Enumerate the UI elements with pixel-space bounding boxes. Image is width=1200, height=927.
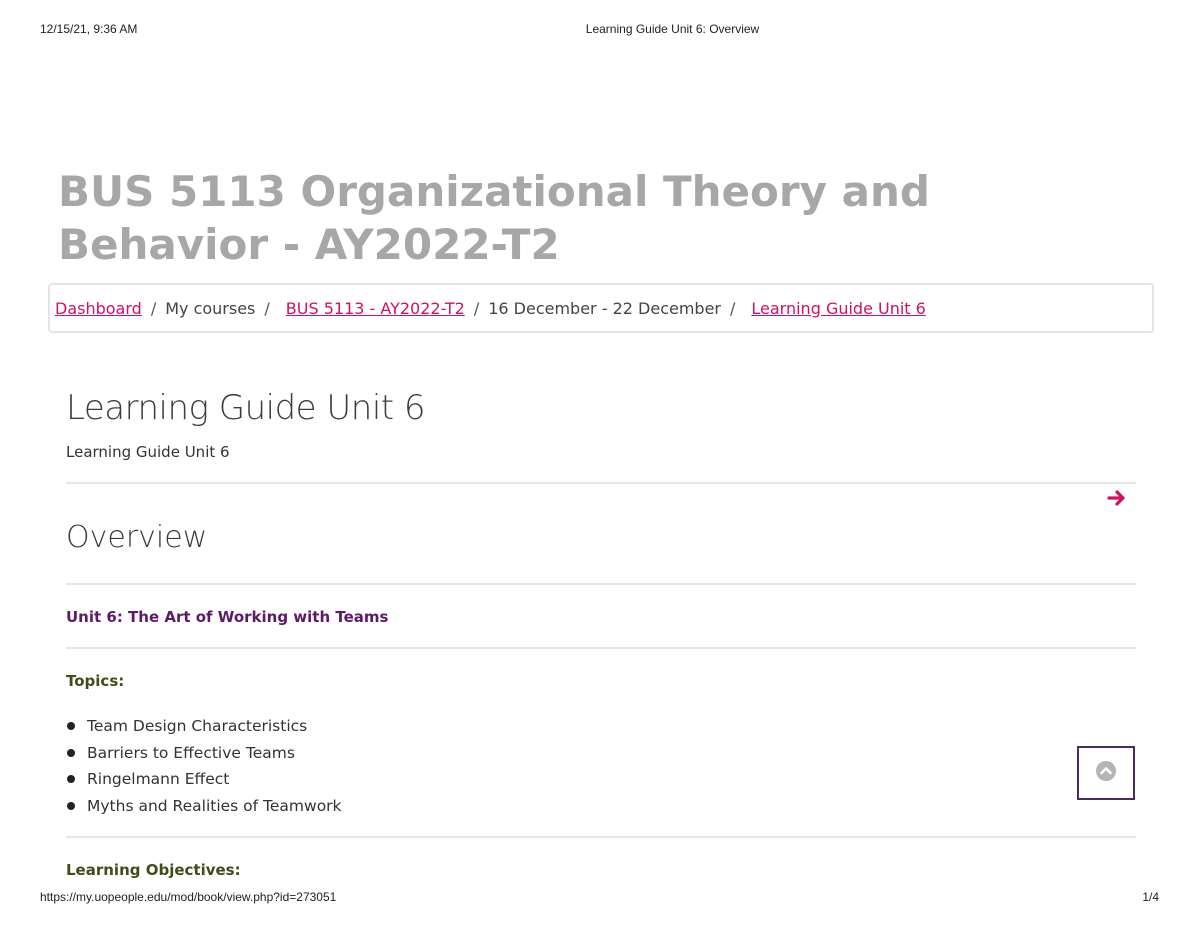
bullet-icon [67,802,75,811]
divider [66,647,1136,649]
list-item: Barriers to Effective Teams [66,741,342,768]
page-heading: Learning Guide Unit 6 [66,388,426,428]
divider [66,583,1136,585]
breadcrumb-separator: / [730,298,736,318]
course-title: BUS 5113 Organizational Theory and Behav… [58,167,930,269]
breadcrumb-separator: / [150,298,157,318]
topics-label: Topics: [66,672,125,690]
objectives-label: Learning Objectives: [66,861,241,879]
topic-text: Team Design Characteristics [87,717,308,735]
topic-text: Barriers to Effective Teams [87,743,295,762]
breadcrumb: Dashboard / My courses / BUS 5113 - AY20… [48,283,1154,333]
list-item: Team Design Characteristics [66,714,342,741]
breadcrumb-learning-guide-link[interactable]: Learning Guide Unit 6 [751,299,925,318]
scroll-to-top-button[interactable] [1077,746,1135,800]
section-heading: Overview [66,520,208,555]
divider [66,482,1136,484]
next-page-arrow-icon[interactable] [1106,487,1128,509]
print-footer: https://my.uopeople.edu/mod/book/view.ph… [0,890,1200,908]
bullet-icon [67,722,75,730]
breadcrumb-week: 16 December - 22 December [488,298,721,318]
topic-list: Team Design Characteristics Barriers to … [66,714,342,821]
list-item: Myths and Realities of Teamwork [66,794,342,821]
print-header: 12/15/21, 9:36 AM Learning Guide Unit 6:… [0,22,1200,40]
page-subheading: Learning Guide Unit 6 [66,443,230,461]
breadcrumb-separator: / [473,298,480,318]
unit-title: Unit 6: The Art of Working with Teams [66,608,389,626]
chevron-up-circle-icon [1095,760,1117,787]
bullet-icon [67,748,75,757]
breadcrumb-dashboard-link[interactable]: Dashboard [55,299,142,318]
topic-text: Ringelmann Effect [87,770,230,789]
topic-text: Myths and Realities of Teamwork [87,797,342,816]
list-item: Ringelmann Effect [66,767,342,794]
breadcrumb-my-courses: My courses [165,298,256,318]
print-url: https://my.uopeople.edu/mod/book/view.ph… [40,890,337,904]
bullet-icon [67,775,75,784]
divider [66,836,1136,838]
breadcrumb-separator: / [264,298,270,318]
print-page-number: 1/4 [1142,890,1159,904]
print-page-title: Learning Guide Unit 6: Overview [585,22,760,36]
breadcrumb-course-link[interactable]: BUS 5113 - AY2022-T2 [286,299,465,318]
